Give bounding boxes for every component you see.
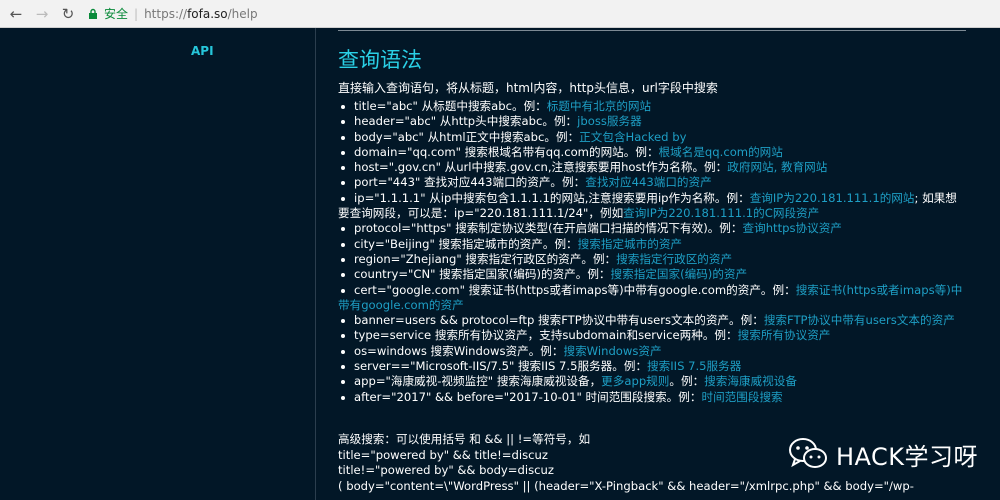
item-text: os=windows 搜索Windows资产。例： [354,343,564,358]
list-item: domain="qq.com" 搜索根域名带有qq.com的网站。例：根域名是q… [338,145,966,160]
more-app-rules-link[interactable]: 更多app规则 [601,374,669,388]
url-host: fofa.so [187,6,228,21]
list-item: cert="google.com" 搜索证书(https或者imaps等)中带有… [338,283,966,314]
item-text: protocol="https" 搜索制定协议类型(在开启端口扫描的情况下有效)… [354,221,743,236]
list-item: after="2017" && before="2017-10-01" 时间范围… [338,390,966,405]
item-text: banner=users && protocol=ftp 搜索FTP协议中带有u… [354,313,764,328]
list-item: protocol="https" 搜索制定协议类型(在开启端口扫描的情况下有效)… [338,221,966,236]
list-item: app="海康威视-视频监控" 搜索海康威视设备，更多app规则。例：搜索海康威… [338,374,966,389]
item-text: country="CN" 搜索指定国家(编码)的资产。例： [354,267,611,282]
example-link[interactable]: 查询https协议资产 [743,221,842,235]
list-item: host=".gov.cn" 从url中搜索.gov.cn,注意搜索要用host… [338,160,966,175]
arrow-right-icon: → [35,4,49,23]
arrow-left-icon: ← [9,4,23,23]
list-item: title="abc" 从标题中搜索abc。例：标题中有北京的网站 [338,99,966,114]
item-text: 。例： [669,374,705,389]
example-link[interactable]: 搜索海康威视设备 [704,374,797,388]
example-link[interactable]: 搜索指定行政区的资产 [616,252,732,266]
url-scheme: https:// [144,6,188,21]
list-item: country="CN" 搜索指定国家(编码)的资产。例：搜索指定国家(编码)的… [338,267,966,282]
example-link[interactable]: 查询IP为220.181.111.1的C网段资产 [623,206,819,220]
forward-button[interactable]: → [32,4,52,24]
list-item: server=="Microsoft-IIS/7.5" 搜索IIS 7.5服务器… [338,359,966,374]
intro-text: 直接输入查询语句，将从标题，html内容，http头信息，url字段中搜索 [338,81,718,95]
item-text: city="Beijing" 搜索指定城市的资产。例： [354,236,578,251]
browser-toolbar: ← → ↻ 安全 | https://fofa.so/help [0,0,1000,28]
example-link[interactable]: 查找对应443端口的资产 [585,175,711,189]
example-link[interactable]: 查询IP为220.181.111.1的网站 [750,191,915,205]
list-item: banner=users && protocol=ftp 搜索FTP协议中带有u… [338,313,966,328]
address-bar[interactable]: 安全 | https://fofa.so/help [86,3,258,25]
item-text: type=service 搜索所有协议资产，支持subdomain和servic… [354,328,738,343]
url-path: /help [227,6,258,21]
item-text: host=".gov.cn" 从url中搜索.gov.cn,注意搜索要用host… [354,160,728,175]
item-text: app="海康威视-视频监控" 搜索海康威视设备， [354,374,602,389]
sidebar: API [0,28,316,500]
example-link[interactable]: 正文包含Hacked by [579,130,686,144]
item-text: ip="1.1.1.1" 从ip中搜索包含1.1.1.1的网站,注意搜索要用ip… [354,190,750,205]
secure-label: 安全 [104,7,129,21]
main-content: 查询语法 直接输入查询语句，将从标题，html内容，http头信息，url字段中… [338,28,966,500]
reload-icon: ↻ [61,4,75,23]
divider [338,30,966,31]
example-link[interactable]: 标题中有北京的网站 [547,99,651,113]
list-item: os=windows 搜索Windows资产。例：搜索Windows资产 [338,344,966,359]
wechat-icon [789,438,827,468]
list-item: port="443" 查找对应443端口的资产。例：查找对应443端口的资产 [338,175,966,190]
list-item: type=service 搜索所有协议资产，支持subdomain和servic… [338,328,966,343]
list-item: city="Beijing" 搜索指定城市的资产。例：搜索指定城市的资产 [338,237,966,252]
item-text: server=="Microsoft-IIS/7.5" 搜索IIS 7.5服务器… [354,359,648,374]
item-text: title="abc" 从标题中搜索abc。例： [354,99,547,113]
item-text: domain="qq.com" 搜索根域名带有qq.com的网站。例： [354,144,659,159]
example-link[interactable]: 搜索Windows资产 [563,344,661,358]
list-item: body="abc" 从html正文中搜索abc。例：正文包含Hacked by [338,130,966,145]
separator: | [134,6,139,21]
syntax-list: title="abc" 从标题中搜索abc。例：标题中有北京的网站 header… [338,99,966,405]
example-link[interactable]: 搜索所有协议资产 [738,328,831,342]
example-link[interactable]: 政府网站, 教育网站 [727,160,827,174]
example-link[interactable]: jboss服务器 [577,114,642,128]
list-item: header="abc" 从http头中搜索abc。例：jboss服务器 [338,114,966,129]
sidebar-item-api[interactable]: API [191,44,214,58]
example-link[interactable]: 搜索IIS 7.5服务器 [647,359,741,373]
example-link[interactable]: 根域名是qq.com的网站 [659,145,783,159]
list-item: region="Zhejiang" 搜索指定行政区的资产。例：搜索指定行政区的资… [338,252,966,267]
list-item: ip="1.1.1.1" 从ip中搜索包含1.1.1.1的网站,注意搜索要用ip… [338,191,966,222]
example-link[interactable]: 搜索指定国家(编码)的资产 [611,267,748,281]
item-text: body="abc" 从html正文中搜索abc。例： [354,129,580,144]
watermark-text: HACK学习呀 [836,442,979,471]
page-title: 查询语法 [338,48,422,72]
item-text: header="abc" 从http头中搜索abc。例： [354,114,578,129]
example-link[interactable]: 时间范围段搜索 [701,390,782,404]
example-link[interactable]: 搜索指定城市的资产 [578,237,682,251]
item-text: cert="google.com" 搜索证书(https或者imaps等)中带有… [354,282,796,297]
watermark: HACK学习呀 [788,436,978,472]
item-text: after="2017" && before="2017-10-01" 时间范围… [354,389,702,404]
back-button[interactable]: ← [6,4,26,24]
lock-icon [86,7,100,21]
advanced-example: ( body="content=\"WordPress" || (header=… [338,478,914,493]
item-text: port="443" 查找对应443端口的资产。例： [354,175,586,190]
item-text: region="Zhejiang" 搜索指定行政区的资产。例： [354,251,617,266]
example-link[interactable]: 搜索FTP协议中带有users文本的资产 [764,313,955,327]
reload-button[interactable]: ↻ [58,4,78,24]
